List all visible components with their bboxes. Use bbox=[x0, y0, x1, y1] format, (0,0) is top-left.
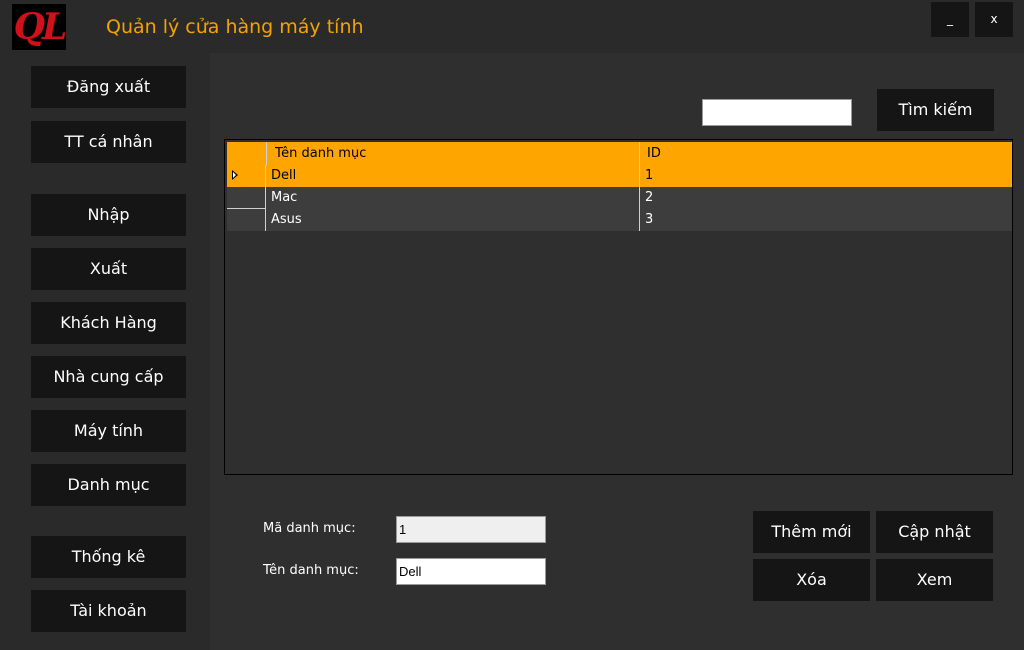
cell-name[interactable]: Dell bbox=[267, 165, 637, 187]
column-separator bbox=[639, 209, 640, 231]
category-id-field[interactable] bbox=[396, 516, 546, 543]
accounts-button[interactable]: Tài khoản bbox=[31, 590, 186, 632]
row-header[interactable] bbox=[227, 187, 266, 209]
table-row[interactable]: Asus 3 bbox=[227, 209, 1012, 231]
export-button[interactable]: Xuất bbox=[31, 248, 186, 290]
column-header-id[interactable]: ID bbox=[643, 143, 1003, 165]
column-separator bbox=[266, 142, 267, 165]
update-button[interactable]: Cập nhật bbox=[876, 511, 993, 553]
id-label: Mã danh mục: bbox=[263, 521, 356, 536]
computers-button[interactable]: Máy tính bbox=[31, 410, 186, 452]
cell-id[interactable]: 3 bbox=[641, 209, 1001, 231]
statistics-button[interactable]: Thống kê bbox=[31, 536, 186, 578]
name-label: Tên danh mục: bbox=[263, 563, 359, 578]
delete-button[interactable]: Xóa bbox=[753, 559, 870, 601]
add-button[interactable]: Thêm mới bbox=[753, 511, 870, 553]
search-input[interactable] bbox=[702, 99, 852, 126]
import-button[interactable]: Nhập bbox=[31, 194, 186, 236]
app-title: Quản lý cửa hàng máy tính bbox=[106, 16, 364, 38]
table-row[interactable]: Mac 2 bbox=[227, 187, 1012, 209]
categories-button[interactable]: Danh mục bbox=[31, 464, 186, 506]
close-button[interactable]: x bbox=[975, 2, 1013, 37]
table-row[interactable]: Dell 1 bbox=[227, 165, 1012, 187]
cell-id[interactable]: 1 bbox=[641, 165, 1001, 187]
row-header[interactable] bbox=[227, 165, 266, 187]
cell-name[interactable]: Mac bbox=[267, 187, 637, 209]
title-bar: QL Quản lý cửa hàng máy tính _ x bbox=[0, 0, 1024, 53]
column-header-name[interactable]: Tên danh mục bbox=[271, 143, 641, 165]
category-grid[interactable]: Tên danh mục ID Dell 1 Mac 2 Asus 3 bbox=[224, 139, 1013, 475]
logout-button[interactable]: Đăng xuất bbox=[31, 66, 186, 108]
customers-button[interactable]: Khách Hàng bbox=[31, 302, 186, 344]
view-button[interactable]: Xem bbox=[876, 559, 993, 601]
current-row-arrow-icon bbox=[232, 170, 238, 180]
sidebar: Đăng xuất TT cá nhân Nhập Xuất Khách Hàn… bbox=[0, 53, 210, 650]
app-window: QL Quản lý cửa hàng máy tính _ x Đăng xu… bbox=[0, 0, 1024, 650]
column-separator bbox=[639, 187, 640, 209]
minimize-button[interactable]: _ bbox=[931, 2, 969, 37]
category-name-field[interactable] bbox=[396, 558, 546, 585]
column-separator bbox=[639, 165, 640, 187]
row-header[interactable] bbox=[227, 209, 266, 231]
column-separator bbox=[639, 142, 640, 165]
grid-header: Tên danh mục ID bbox=[227, 142, 1012, 165]
app-logo: QL bbox=[12, 4, 67, 50]
cell-id[interactable]: 2 bbox=[641, 187, 1001, 209]
cell-name[interactable]: Asus bbox=[267, 209, 637, 231]
search-button[interactable]: Tìm kiếm bbox=[877, 89, 994, 131]
suppliers-button[interactable]: Nhà cung cấp bbox=[31, 356, 186, 398]
profile-button[interactable]: TT cá nhân bbox=[31, 121, 186, 163]
